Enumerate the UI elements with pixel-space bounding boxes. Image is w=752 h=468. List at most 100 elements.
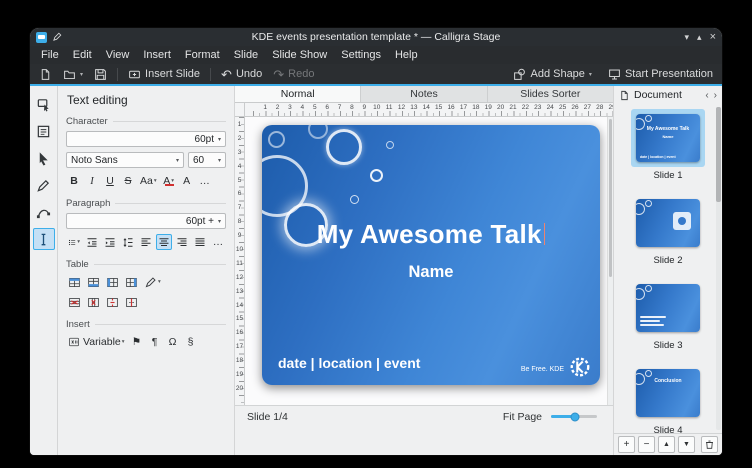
frame-tool[interactable] xyxy=(33,120,55,142)
thumbnail-selection[interactable]: Conclusion xyxy=(631,364,705,422)
menu-item[interactable]: Slide xyxy=(227,46,265,64)
menu-item[interactable]: View xyxy=(99,46,137,64)
docker-scrollbar[interactable] xyxy=(716,107,721,430)
text-color-label: A xyxy=(163,175,170,187)
scrollbar-thumb[interactable] xyxy=(609,119,612,277)
strikethrough-button[interactable]: S xyxy=(120,173,136,189)
scrollbar-thumb[interactable] xyxy=(716,107,721,202)
open-document-button[interactable]: ▾ xyxy=(60,65,86,83)
delete-column-button[interactable] xyxy=(85,294,102,310)
docker-collapse-left-icon[interactable]: ‹ xyxy=(705,90,708,101)
slide-thumbnail-item[interactable]: Conclusion Slide 4 xyxy=(631,364,705,433)
insert-row-below-button[interactable] xyxy=(85,274,102,290)
chevron-down-icon: ▾ xyxy=(80,71,83,78)
font-family-combo[interactable]: Noto Sans ▾ xyxy=(66,152,184,168)
tab-notes[interactable]: Notes xyxy=(361,86,487,102)
pencil-tool[interactable] xyxy=(33,174,55,196)
menu-item[interactable]: Format xyxy=(178,46,227,64)
new-document-button[interactable] xyxy=(36,65,55,83)
save-button[interactable] xyxy=(91,65,110,83)
docker-collapse-right-icon[interactable]: › xyxy=(714,90,717,101)
menu-item[interactable]: File xyxy=(34,46,66,64)
split-cells-button[interactable] xyxy=(123,294,140,310)
text-color-button[interactable]: A▾ xyxy=(161,173,177,189)
font-size-combo[interactable]: 60 ▾ xyxy=(188,152,226,168)
slide-4-thumbnail[interactable]: Conclusion xyxy=(636,369,700,417)
menu-item[interactable]: Help xyxy=(388,46,425,64)
add-shape-button[interactable]: Add Shape ▾ xyxy=(510,65,594,83)
zoom-mode-label[interactable]: Fit Page xyxy=(503,411,542,423)
change-case-button[interactable]: Aa▾ xyxy=(138,173,159,189)
docker-header[interactable]: Document ‹ › xyxy=(614,86,722,104)
zoom-slider-knob[interactable] xyxy=(570,412,579,421)
align-center-button[interactable] xyxy=(156,234,172,250)
underline-button[interactable]: U xyxy=(102,173,118,189)
table-borders-button[interactable]: ▾ xyxy=(142,274,163,290)
slide-3-thumbnail[interactable] xyxy=(636,284,700,332)
paragraph-style-combo[interactable]: 60pt + ▾ xyxy=(66,213,226,229)
slide-thumbnail-item[interactable]: Slide 3 xyxy=(631,279,705,351)
menu-item[interactable]: Edit xyxy=(66,46,99,64)
slide-thumbnail-item[interactable]: Slide 2 xyxy=(631,194,705,266)
undo-button[interactable]: ↶ Undo xyxy=(218,65,265,83)
slide-footer-textbox[interactable]: date | location | event xyxy=(278,355,420,371)
italic-button[interactable]: I xyxy=(84,173,100,189)
slide-2-label: Slide 2 xyxy=(653,255,682,266)
special-character-button[interactable]: Ω xyxy=(165,334,181,350)
tab-slides-sorter[interactable]: Slides Sorter xyxy=(488,86,613,102)
slide-thumbnail-item[interactable]: My Awesome Talk Name date | location | e… xyxy=(631,109,705,181)
character-style-combo[interactable]: 60pt ▾ xyxy=(66,131,226,147)
insert-column-right-button[interactable] xyxy=(123,274,140,290)
insert-slide-button[interactable]: Insert Slide xyxy=(125,65,203,83)
thumbnail-selection[interactable] xyxy=(631,194,705,252)
line-spacing-button[interactable] xyxy=(120,234,136,250)
insert-column-left-button[interactable] xyxy=(104,274,121,290)
menu-item[interactable]: Slide Show xyxy=(265,46,334,64)
menu-item[interactable]: Insert xyxy=(136,46,178,64)
insert-bookmark-button[interactable]: ⚑ xyxy=(129,334,145,350)
slide-title-textbox[interactable]: My Awesome Talk xyxy=(262,219,600,250)
increase-indent-button[interactable] xyxy=(102,234,118,250)
move-slide-down-button[interactable]: ▼ xyxy=(678,436,695,453)
shape-handling-tool[interactable] xyxy=(33,93,55,115)
delete-slide-button[interactable] xyxy=(701,436,718,453)
slide-2-thumbnail[interactable] xyxy=(636,199,700,247)
maximize-button[interactable]: ▴ xyxy=(697,32,702,42)
thumbnail-selection[interactable] xyxy=(631,279,705,337)
slide-editor[interactable]: My Awesome Talk Name date | location | e… xyxy=(262,125,600,385)
zoom-slider[interactable] xyxy=(551,415,597,418)
slide-canvas[interactable]: My Awesome Talk Name date | location | e… xyxy=(245,117,607,405)
align-left-button[interactable] xyxy=(138,234,154,250)
selection-tool[interactable] xyxy=(33,147,55,169)
bold-button[interactable]: B xyxy=(66,173,82,189)
align-justify-button[interactable] xyxy=(192,234,208,250)
titlebar[interactable]: KDE events presentation template * — Cal… xyxy=(30,28,722,46)
start-presentation-button[interactable]: Start Presentation xyxy=(605,65,716,83)
move-slide-up-button[interactable]: ▲ xyxy=(658,436,675,453)
add-slide-button[interactable]: + xyxy=(618,436,635,453)
redo-button[interactable]: ↷ Redo xyxy=(270,65,317,83)
insert-section-button[interactable]: § xyxy=(183,334,199,350)
highlight-color-button[interactable]: A xyxy=(179,173,195,189)
remove-slide-button[interactable]: − xyxy=(638,436,655,453)
delete-row-button[interactable] xyxy=(66,294,83,310)
more-character-options-button[interactable]: … xyxy=(197,173,213,189)
minimize-button[interactable]: ▾ xyxy=(685,32,690,42)
path-tool[interactable] xyxy=(33,201,55,223)
insert-paragraph-button[interactable]: ¶ xyxy=(147,334,163,350)
text-tool[interactable] xyxy=(33,228,55,250)
list-style-button[interactable]: ▾ xyxy=(66,234,82,250)
variable-button[interactable]: Variable ▾ xyxy=(66,334,127,350)
canvas-scrollbar[interactable] xyxy=(607,117,613,405)
align-right-button[interactable] xyxy=(174,234,190,250)
slide-subtitle-textbox[interactable]: Name xyxy=(262,263,600,282)
menu-item[interactable]: Settings xyxy=(334,46,388,64)
slide-1-thumbnail[interactable]: My Awesome Talk Name date | location | e… xyxy=(636,114,700,162)
tab-normal[interactable]: Normal xyxy=(235,86,361,102)
insert-row-above-button[interactable] xyxy=(66,274,83,290)
close-button[interactable]: × xyxy=(710,32,716,42)
decrease-indent-button[interactable] xyxy=(84,234,100,250)
merge-cells-button[interactable] xyxy=(104,294,121,310)
thumbnail-selection[interactable]: My Awesome Talk Name date | location | e… xyxy=(631,109,705,167)
more-paragraph-options-button[interactable]: … xyxy=(210,234,226,250)
